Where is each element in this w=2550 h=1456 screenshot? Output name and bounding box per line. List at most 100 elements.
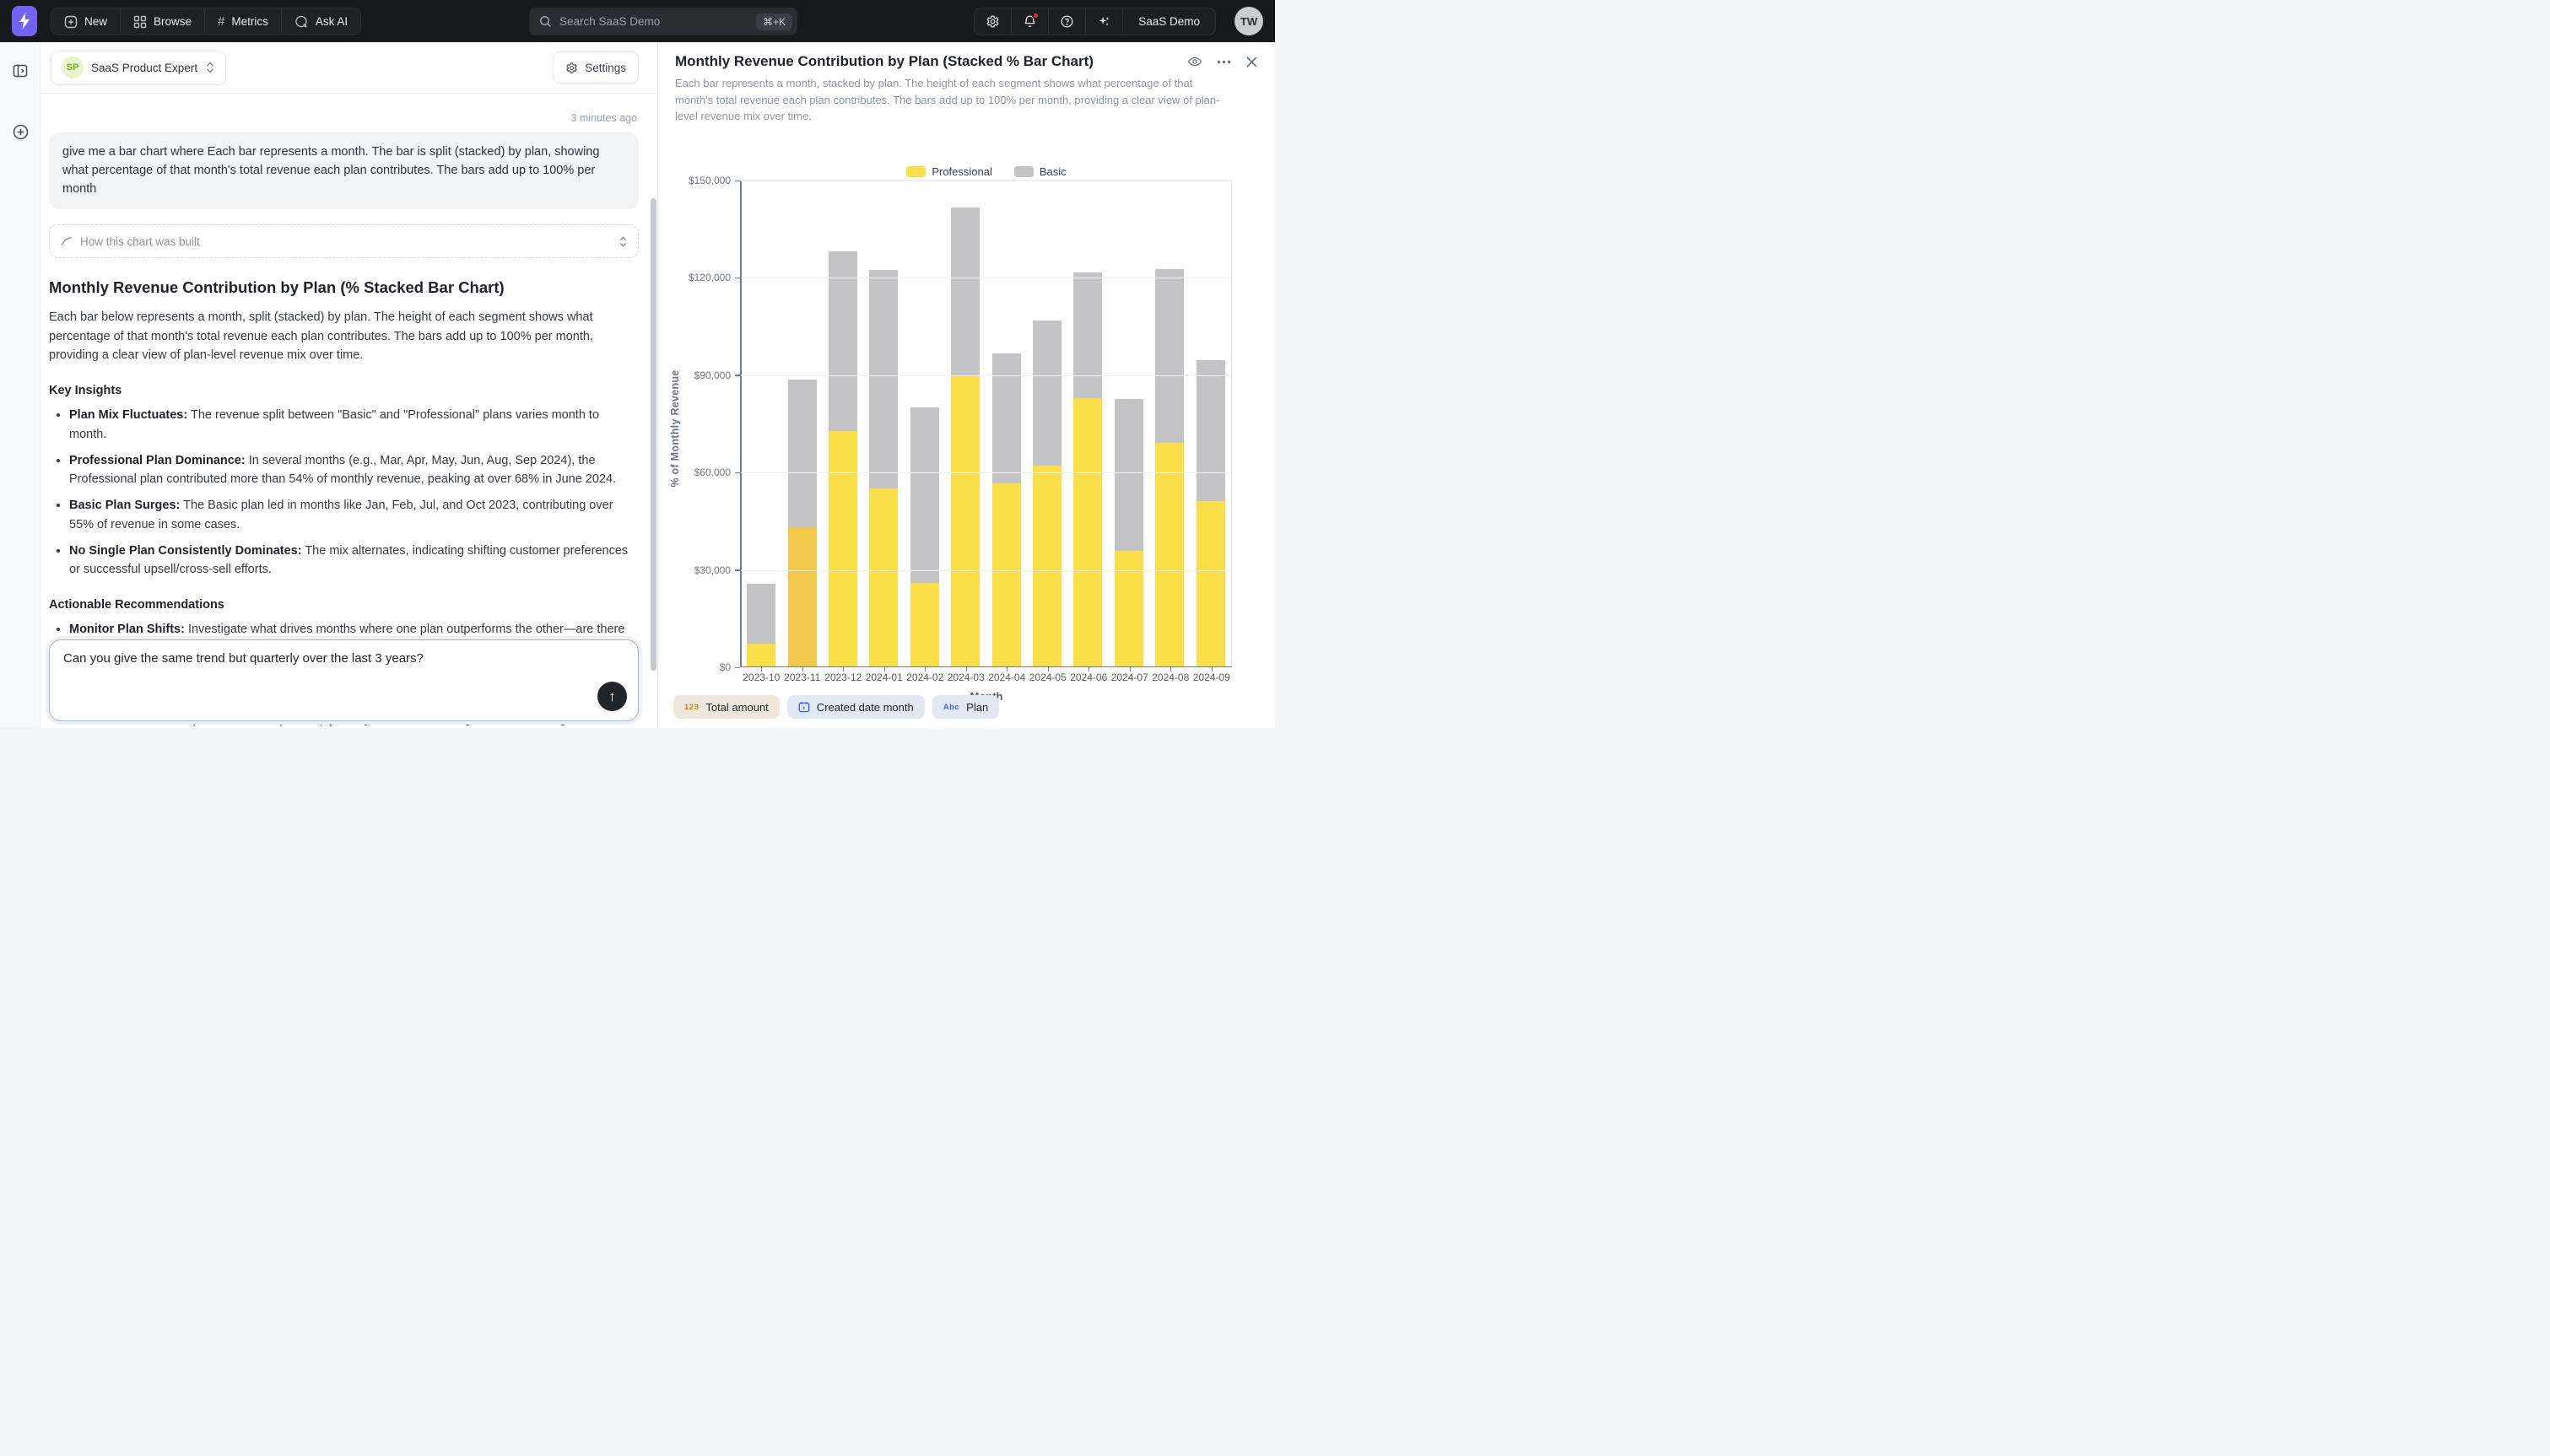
bar-segment-basic[interactable] [1073,272,1102,398]
bar-segment-professional[interactable] [1073,398,1102,667]
global-search[interactable]: Search SaaS Demo ⌘+K [529,8,797,35]
nav-browse-label: Browse [154,15,192,28]
lightning-icon [18,13,31,30]
bar-2024-09[interactable] [1197,360,1225,667]
nav-metrics-button[interactable]: # Metrics [205,8,282,35]
bar-2023-11[interactable] [788,380,817,666]
legend-swatch [906,166,926,177]
bar-segment-basic[interactable] [1197,360,1225,501]
legend-swatch [1014,166,1034,177]
bar-segment-professional[interactable] [1155,443,1184,666]
bar-segment-professional[interactable] [1197,501,1225,666]
bar-segment-professional[interactable] [951,376,980,666]
bar-2024-02[interactable] [910,407,939,666]
user-avatar[interactable]: TW [1234,7,1263,35]
x-tick-label: 2024-02 [905,671,945,683]
close-button[interactable] [1245,56,1258,68]
chat-scroll-area[interactable]: 3 minutes ago give me a bar chart where … [41,94,657,728]
x-tick-label: 2024-01 [864,671,905,683]
bar-segment-basic[interactable] [1155,269,1184,443]
bar-2023-10[interactable] [747,584,775,666]
agent-selector[interactable]: SP SaaS Product Expert [51,51,226,85]
more-button[interactable] [1217,60,1231,64]
response-title: Monthly Revenue Contribution by Plan (% … [49,278,639,297]
bar-segment-basic[interactable] [910,407,939,583]
bullet-item: No Single Plan Consistently Dominates: T… [69,542,639,580]
response-intro: Each bar below represents a month, split… [49,308,639,365]
insights-list: Plan Mix Fluctuates: The revenue split b… [69,406,639,580]
bar-segment-professional[interactable] [788,527,817,666]
x-tick [802,667,803,671]
avatar-initials: TW [1240,15,1257,28]
ai-sparkles-button[interactable] [1086,8,1123,35]
bar-2024-01[interactable] [869,270,898,666]
bar-2024-06[interactable] [1073,272,1102,666]
artifact-panel: Monthly Revenue Contribution by Plan (St… [658,42,1275,728]
plus-square-icon [64,15,78,29]
field-badge-plan[interactable]: AbcPlan [932,695,999,719]
bar-2024-07[interactable] [1115,399,1143,666]
app-logo[interactable] [12,6,37,36]
search-icon [539,15,552,28]
message-timestamp: 3 minutes ago [49,112,637,124]
bar-segment-professional[interactable] [869,488,898,666]
send-button[interactable]: ↑ [597,682,627,711]
panel-toggle-button[interactable] [0,54,41,88]
plus-circle-icon [12,123,30,141]
y-tick-label: $0 [720,661,731,673]
x-tick [1170,667,1171,671]
agent-name: SaaS Product Expert [91,62,197,74]
y-tick-label: $60,000 [694,466,731,478]
chat-input[interactable]: Can you give the same trend but quarterl… [49,639,639,721]
bar-segment-basic[interactable] [992,353,1021,483]
hash-icon: # [218,14,224,29]
bar-segment-basic[interactable] [788,380,817,528]
bar-segment-professional[interactable] [747,644,775,666]
badge-label: Created date month [817,701,914,714]
bar-segment-basic[interactable] [951,208,980,376]
nav-metrics-label: Metrics [231,15,268,28]
notifications-button[interactable] [1012,8,1049,35]
notification-dot [1032,12,1040,19]
chat-scrollbar[interactable] [651,198,656,671]
section-heading-recommendations: Actionable Recommendations [49,598,639,612]
nav-new-label: New [84,15,107,28]
field-badge-total-amount[interactable]: 123Total amount [673,695,780,719]
bar-segment-professional[interactable] [1033,466,1062,666]
bar-segment-basic[interactable] [1115,399,1143,552]
bar-segment-professional[interactable] [829,431,857,666]
bar-2024-04[interactable] [992,353,1021,666]
badge-label: Plan [966,701,988,714]
x-tick [925,667,926,671]
workspace-button[interactable]: SaaS Demo [1123,8,1215,35]
nav-ask-ai-button[interactable]: Ask AI [282,8,360,35]
bar-2023-12[interactable] [829,251,857,666]
bar-2024-03[interactable] [951,208,980,666]
legend-item-basic[interactable]: Basic [1014,165,1067,178]
bar-2024-05[interactable] [1033,321,1062,666]
settings-gear-button[interactable] [975,8,1012,35]
artifact-title: Monthly Revenue Contribution by Plan (St… [675,53,1187,70]
help-button[interactable] [1049,8,1086,35]
nav-browse-button[interactable]: Browse [121,8,205,35]
bar-segment-basic[interactable] [1033,321,1062,465]
bar-segment-professional[interactable] [910,583,939,666]
bar-segment-professional[interactable] [992,483,1021,666]
bullet-item: Professional Plan Dominance: In several … [69,451,639,490]
bar-segment-basic[interactable] [869,270,898,489]
bar-2024-08[interactable] [1155,269,1184,666]
bar-segment-professional[interactable] [1115,551,1143,666]
view-button[interactable] [1187,55,1202,68]
field-badge-created-date-month[interactable]: Created date month [787,695,925,719]
bullet-item: Basic Plan Surges: The Basic plan led in… [69,496,639,535]
chat-panel: SP SaaS Product Expert Settings 3 minute… [41,42,658,728]
legend-item-professional[interactable]: Professional [906,165,992,178]
calendar-icon [798,701,810,713]
artifact-actions [1187,55,1258,68]
y-tick [735,569,740,571]
settings-button[interactable]: Settings [553,51,639,84]
nav-new-button[interactable]: New [51,8,121,35]
new-thread-button[interactable] [0,115,41,148]
chart-built-expander[interactable]: How this chart was built [49,224,639,258]
bar-segment-basic[interactable] [747,584,775,644]
